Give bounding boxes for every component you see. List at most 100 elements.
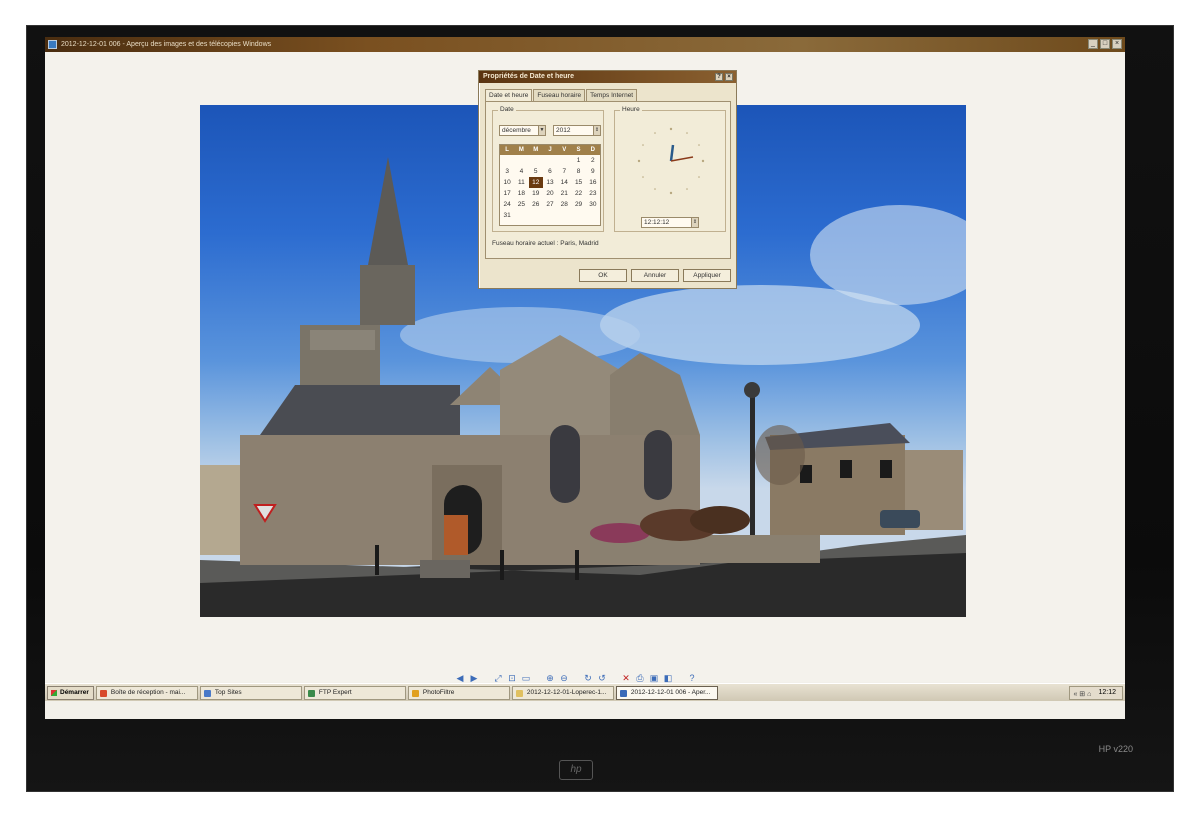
calendar-weekday: S xyxy=(576,147,581,153)
calendar-day[interactable]: 18 xyxy=(514,188,528,199)
dialog-titlebar[interactable]: Propriétés de Date et heure ? × xyxy=(479,71,736,83)
tray-clock[interactable]: 12:12 xyxy=(1098,689,1116,696)
calendar-day xyxy=(529,155,543,166)
window-title: 2012-12-12-01 006 - Aperçu des images et… xyxy=(61,41,272,48)
month-value: décembre xyxy=(502,127,531,134)
calendar-day[interactable]: 3 xyxy=(500,166,514,177)
taskbar-item-inbox[interactable]: Boîte de réception - mai... xyxy=(95,685,198,700)
calendar-day[interactable]: 6 xyxy=(543,166,557,177)
calendar-day[interactable]: 30 xyxy=(586,199,600,210)
tab-date-time[interactable]: Date et heure xyxy=(485,89,533,101)
taskbar-item-ftp-expert[interactable]: FTP Expert xyxy=(303,685,406,700)
start-button[interactable]: Démarrer xyxy=(47,685,94,700)
time-field[interactable]: 12:12:12 ⇕ xyxy=(641,217,699,228)
chevron-down-icon: ▼ xyxy=(538,126,545,135)
minimize-button[interactable]: _ xyxy=(1088,39,1098,49)
year-value: 2012 xyxy=(556,127,571,134)
previous-image-icon[interactable]: ◀ xyxy=(455,673,465,683)
next-image-icon[interactable]: ▶ xyxy=(469,673,479,683)
calendar-day[interactable]: 31 xyxy=(500,210,514,221)
calendar-day[interactable]: 14 xyxy=(557,177,571,188)
month-select[interactable]: décembre ▼ xyxy=(499,125,546,136)
calendar-day[interactable]: 27 xyxy=(543,199,557,210)
best-fit-icon[interactable]: ⤢ xyxy=(493,673,503,683)
spinner-arrows-icon: ⇕ xyxy=(691,218,698,227)
dialog-close-button[interactable]: × xyxy=(725,73,733,81)
calendar-day[interactable]: 12 xyxy=(528,177,543,188)
actual-size-icon[interactable]: ⊡ xyxy=(507,673,517,683)
calendar-day[interactable]: 16 xyxy=(586,177,600,188)
calendar-day[interactable]: 4 xyxy=(514,166,528,177)
calendar-day[interactable]: 10 xyxy=(500,177,514,188)
taskbar-item-top-sites[interactable]: Top Sites xyxy=(199,685,302,700)
dialog-tabs: Date et heure Fuseau horaire Temps Inter… xyxy=(479,83,736,101)
window-titlebar[interactable]: 2012-12-12-01 006 - Aperçu des images et… xyxy=(45,37,1125,52)
rotate-counterclockwise-icon[interactable]: ↺ xyxy=(597,673,607,683)
calendar-day[interactable]: 29 xyxy=(571,199,585,210)
time-value: 12:12:12 xyxy=(644,219,670,226)
taskbar-item-label: Top Sites xyxy=(214,688,242,696)
calendar-day[interactable]: 25 xyxy=(514,199,528,210)
current-timezone: Fuseau horaire actuel : Paris, Madrid xyxy=(492,240,599,247)
hp-logo: hp xyxy=(559,760,593,780)
slideshow-icon[interactable]: ▭ xyxy=(521,673,531,683)
calendar-day[interactable]: 11 xyxy=(514,177,528,188)
help-button[interactable]: ? xyxy=(715,73,723,81)
calendar-day[interactable]: 7 xyxy=(557,166,571,177)
cancel-button[interactable]: Annuler xyxy=(631,269,679,282)
save-icon[interactable]: ▣ xyxy=(649,673,659,683)
calendar: LMMJVSD 1 2 3 4 5 6 7 8 9 10 11 12 13 14 15 16 17 18 19 20 2… xyxy=(499,144,601,226)
photo-frame: 2012-12-12-01 006 - Aperçu des images et… xyxy=(26,25,1174,792)
tab-timezone[interactable]: Fuseau horaire xyxy=(533,89,586,101)
calendar-day[interactable]: 21 xyxy=(557,188,571,199)
calendar-days: 1 2 3 4 5 6 7 8 9 10 11 12 13 14 15 16 17 18 19 20 21 22 23 24 2… xyxy=(500,155,600,221)
close-button[interactable]: × xyxy=(1112,39,1122,49)
dialog-title: Propriétés de Date et heure xyxy=(483,73,575,80)
calendar-day[interactable]: 2 xyxy=(586,155,600,166)
time-group-label: Heure xyxy=(620,106,642,113)
taskbar-item-image-viewer[interactable]: 2012-12-12-01 006 - Aper... xyxy=(615,685,718,700)
calendar-day[interactable]: 1 xyxy=(571,155,585,166)
calendar-day[interactable]: 24 xyxy=(500,199,514,210)
calendar-day[interactable]: 5 xyxy=(529,166,543,177)
monitor-screen: 2012-12-12-01 006 - Aperçu des images et… xyxy=(45,37,1125,719)
help-icon[interactable]: ? xyxy=(687,673,697,683)
taskbar-item-photofiltre[interactable]: PhotoFiltre xyxy=(407,685,510,700)
calendar-day[interactable]: 20 xyxy=(543,188,557,199)
calendar-day[interactable]: 13 xyxy=(543,177,557,188)
calendar-day[interactable]: 26 xyxy=(529,199,543,210)
date-group-label: Date xyxy=(498,106,516,113)
tray-icons[interactable]: « ⊞ ⌂ xyxy=(1073,689,1091,701)
date-group: Date décembre ▼ 2012 ⇕ LMMJVSD 1 2 3 4 5… xyxy=(492,106,604,232)
print-icon[interactable]: ⎙ xyxy=(635,673,645,683)
calendar-day[interactable]: 17 xyxy=(500,188,514,199)
rotate-clockwise-icon[interactable]: ↻ xyxy=(583,673,593,683)
calendar-day[interactable]: 15 xyxy=(571,177,585,188)
calendar-weekday: M xyxy=(533,147,539,153)
taskbar: Démarrer Boîte de réception - mai... Top… xyxy=(45,683,1125,701)
calendar-day[interactable]: 19 xyxy=(529,188,543,199)
taskbar-item-folder[interactable]: 2012-12-12-01-Loperec-1... xyxy=(511,685,614,700)
calendar-weekday: M xyxy=(518,147,524,153)
apply-button[interactable]: Appliquer xyxy=(683,269,731,282)
image-viewer-icon xyxy=(619,689,627,697)
ok-button[interactable]: OK xyxy=(579,269,627,282)
calendar-day[interactable]: 28 xyxy=(557,199,571,210)
zoom-in-icon[interactable]: ⊕ xyxy=(545,673,555,683)
taskbar-item-label: 2012-12-12-01-Loperec-1... xyxy=(526,688,607,696)
taskbar-item-label: Boîte de réception - mai... xyxy=(110,688,186,696)
time-group: Heure 12:12:12 ⇕ xyxy=(614,106,726,232)
delete-icon[interactable]: ✕ xyxy=(621,673,631,683)
calendar-day[interactable]: 8 xyxy=(571,166,585,177)
year-spinner[interactable]: 2012 ⇕ xyxy=(553,125,601,136)
tab-internet-time[interactable]: Temps Internet xyxy=(586,89,638,101)
calendar-day[interactable]: 22 xyxy=(571,188,585,199)
calendar-day[interactable]: 23 xyxy=(586,188,600,199)
calendar-weekday: L xyxy=(505,147,509,153)
zoom-out-icon[interactable]: ⊖ xyxy=(559,673,569,683)
calendar-day[interactable]: 9 xyxy=(586,166,600,177)
open-with-icon[interactable]: ◧ xyxy=(663,673,673,683)
taskbar-item-label: PhotoFiltre xyxy=(422,688,455,696)
calendar-day xyxy=(514,155,528,166)
maximize-button[interactable]: □ xyxy=(1100,39,1110,49)
